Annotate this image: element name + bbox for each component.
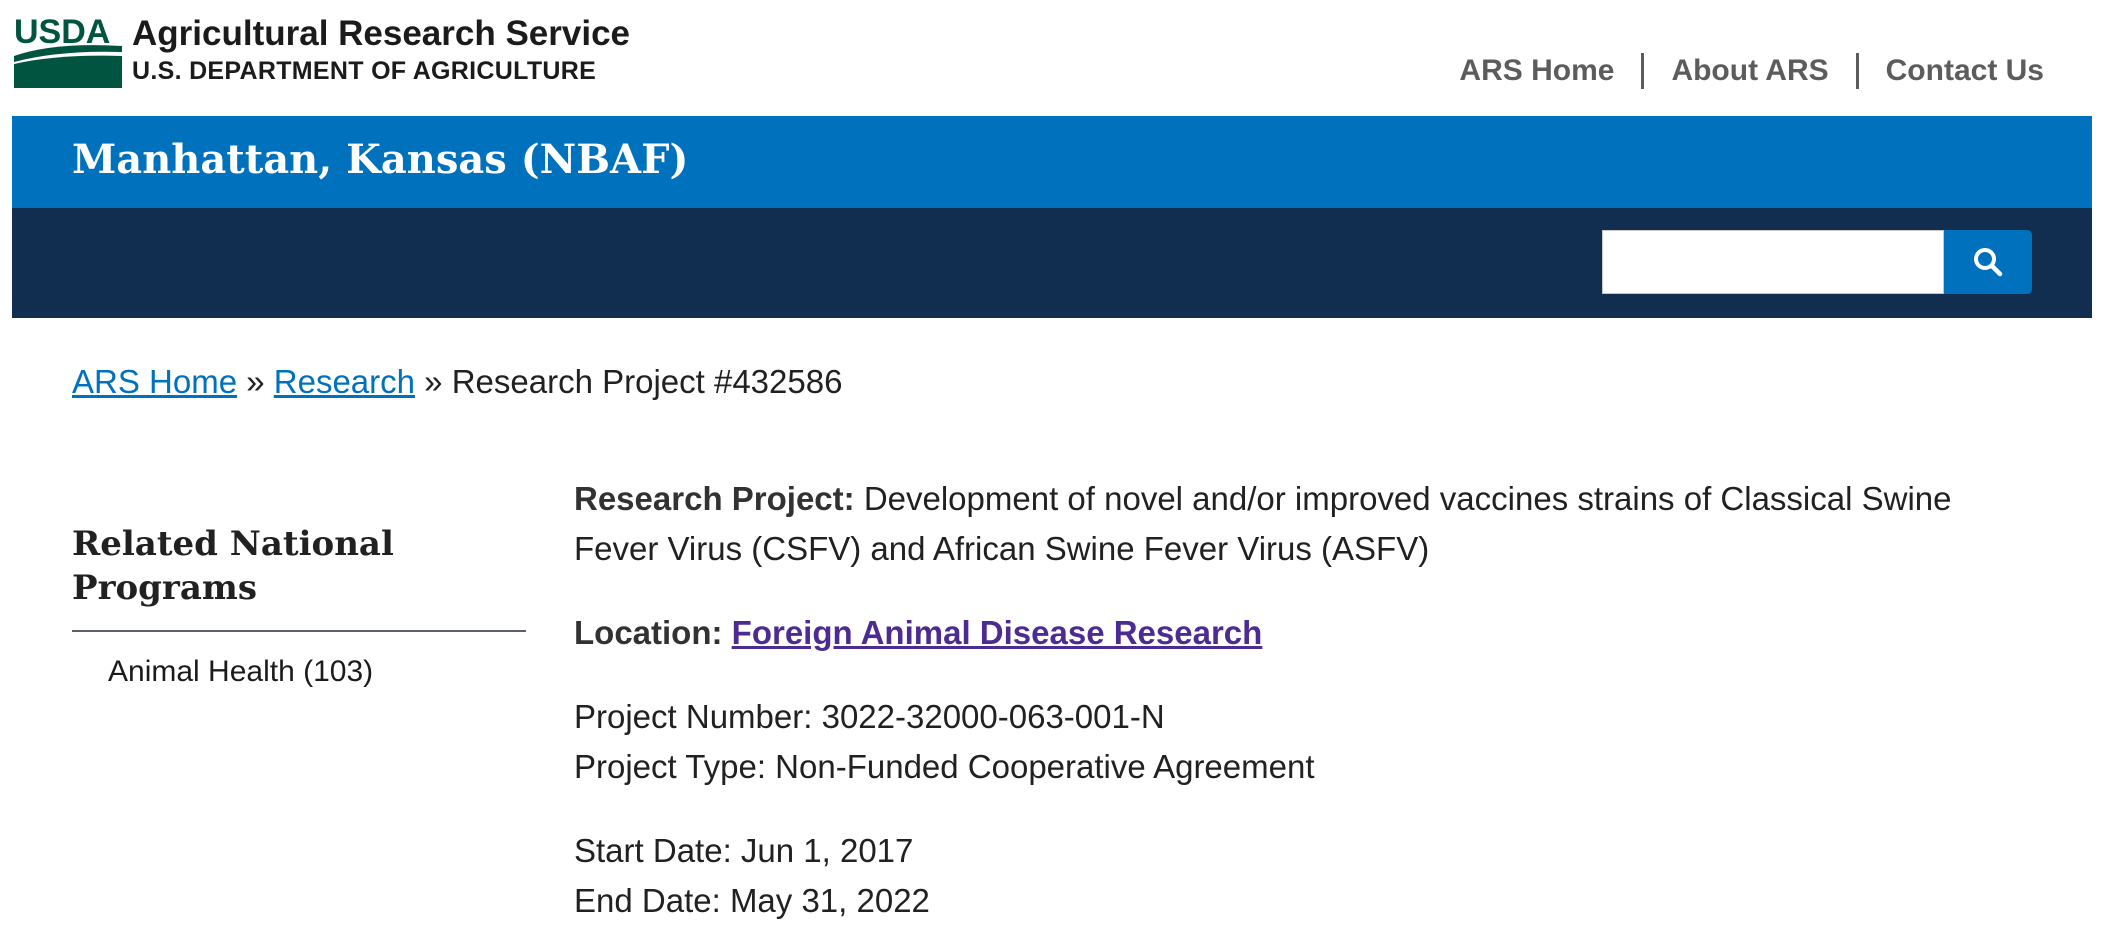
breadcrumb: ARS Home » Research » Research Project #… <box>72 362 842 402</box>
location-link[interactable]: Foreign Animal Disease Research <box>732 614 1263 651</box>
site-identity: Agricultural Research Service U.S. DEPAR… <box>132 14 630 86</box>
nav-about-ars[interactable]: About ARS <box>1644 52 1855 90</box>
site-header: USDA Agricultural Research Service U.S. … <box>12 0 2092 116</box>
sidebar-item-animal-health[interactable]: Animal Health (103) <box>72 652 526 692</box>
project-title-row: Research Project: Development of novel a… <box>574 474 2034 574</box>
breadcrumb-separator: » <box>424 363 443 400</box>
breadcrumb-research[interactable]: Research <box>274 363 415 400</box>
location-title-bar: Manhattan, Kansas (NBAF) <box>12 116 2092 208</box>
search-bar <box>12 208 2092 318</box>
search-button[interactable] <box>1944 230 2032 294</box>
project-number-value: 3022-32000-063-001-N <box>821 698 1165 735</box>
start-date-row: Start Date: Jun 1, 2017 <box>574 826 2034 876</box>
project-details: Research Project: Development of novel a… <box>574 474 2034 926</box>
end-date-value: May 31, 2022 <box>729 882 930 919</box>
project-type-label: Project Type: <box>574 748 766 785</box>
project-label: Research Project: <box>574 480 855 517</box>
breadcrumb-ars-home[interactable]: ARS Home <box>72 363 237 400</box>
project-type-row: Project Type: Non-Funded Cooperative Agr… <box>574 742 2034 792</box>
project-number-label: Project Number: <box>574 698 813 735</box>
usda-logo[interactable]: USDA <box>14 12 122 88</box>
breadcrumb-separator: » <box>246 363 265 400</box>
start-date-value: Jun 1, 2017 <box>740 832 914 869</box>
project-type-value: Non-Funded Cooperative Agreement <box>775 748 1315 785</box>
location-row: Location: Foreign Animal Disease Researc… <box>574 608 2034 658</box>
breadcrumb-current: Research Project #432586 <box>451 363 843 400</box>
start-date-label: Start Date: <box>574 832 732 869</box>
department-name[interactable]: U.S. DEPARTMENT OF AGRICULTURE <box>132 56 630 86</box>
site-name[interactable]: Agricultural Research Service <box>132 14 630 54</box>
search-input[interactable] <box>1602 230 1944 294</box>
end-date-label: End Date: <box>574 882 721 919</box>
page-title: Manhattan, Kansas (NBAF) <box>72 136 689 183</box>
end-date-row: End Date: May 31, 2022 <box>574 876 2034 926</box>
project-number-row: Project Number: 3022-32000-063-001-N <box>574 692 2034 742</box>
nav-contact-us[interactable]: Contact Us <box>1859 52 2044 90</box>
related-programs-sidebar: Related National Programs Animal Health … <box>72 522 526 692</box>
top-nav: ARS Home About ARS Contact Us <box>1432 52 2044 90</box>
search-icon <box>1974 248 2003 277</box>
sidebar-heading: Related National Programs <box>72 522 526 632</box>
nav-ars-home[interactable]: ARS Home <box>1432 52 1641 90</box>
location-label: Location: <box>574 614 723 651</box>
